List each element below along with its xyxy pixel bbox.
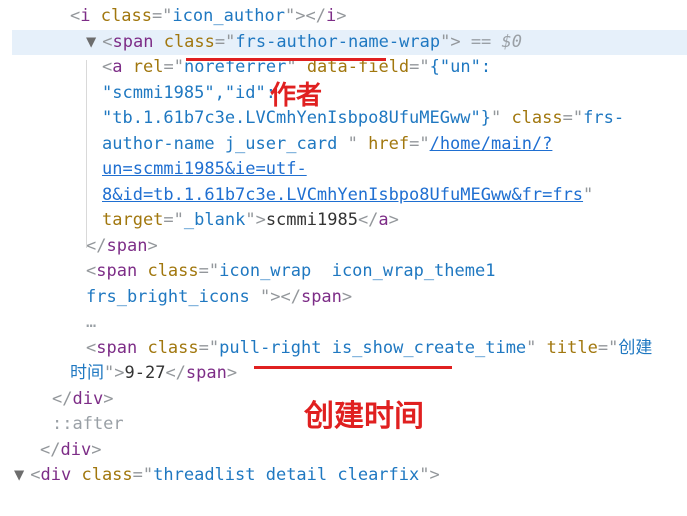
tree-guide-line [86,60,87,248]
dom-node-author-wrap-open[interactable]: ▼<span class="frs-author-name-wrap"> == … [12,30,687,56]
dom-node-author-link-end: target="_blank">scmmi1985</a> [12,208,687,234]
dom-pseudo-after[interactable]: ::after [12,412,687,438]
dom-node-author-link[interactable]: <a rel="noreferrer" data-field="{"un": [12,55,687,81]
dom-collapsed-ellipsis[interactable]: … [12,310,687,336]
dom-node-threadlist[interactable]: ▼<div class="threadlist detail clearfix"… [12,463,687,489]
dom-node-create-time[interactable]: <span class="pull-right is_show_create_t… [12,336,687,362]
dom-node-div-close-1[interactable]: </div> [12,387,687,413]
dom-node-create-time-cont: 时间">9-27</span> [12,361,687,387]
devtools-elements-panel[interactable]: 作者 创建时间 <i class="icon_author"></i> ▼<sp… [0,0,687,516]
expand-toggle-icon[interactable]: ▼ [14,463,24,489]
dom-node-div-close-2[interactable]: </div> [12,438,687,464]
dom-node-author-link-cont2: "tb.1.61b7c3e.LVCmhYenIsbpo8UfuMEGww"}" … [12,106,687,132]
dom-node-icon-wrap-cont: frs_bright_icons "></span> [12,285,687,311]
dom-node-author-link-cont3: author-name j_user_card " href="/home/ma… [12,132,687,158]
dom-node-icon-author[interactable]: <i class="icon_author"></i> [12,4,687,30]
dom-node-author-link-cont1: "scmmi1985","id": [12,81,687,107]
expand-toggle-icon[interactable]: ▼ [86,30,96,56]
dom-node-author-wrap-close[interactable]: </span> [12,234,687,260]
dom-node-author-link-cont4: un=scmmi1985&ie=utf- [12,157,687,183]
dom-node-author-link-cont5: 8&id=tb.1.61b7c3e.LVCmhYenIsbpo8UfuMEGww… [12,183,687,209]
dom-node-icon-wrap[interactable]: <span class="icon_wrap icon_wrap_theme1 [12,259,687,285]
